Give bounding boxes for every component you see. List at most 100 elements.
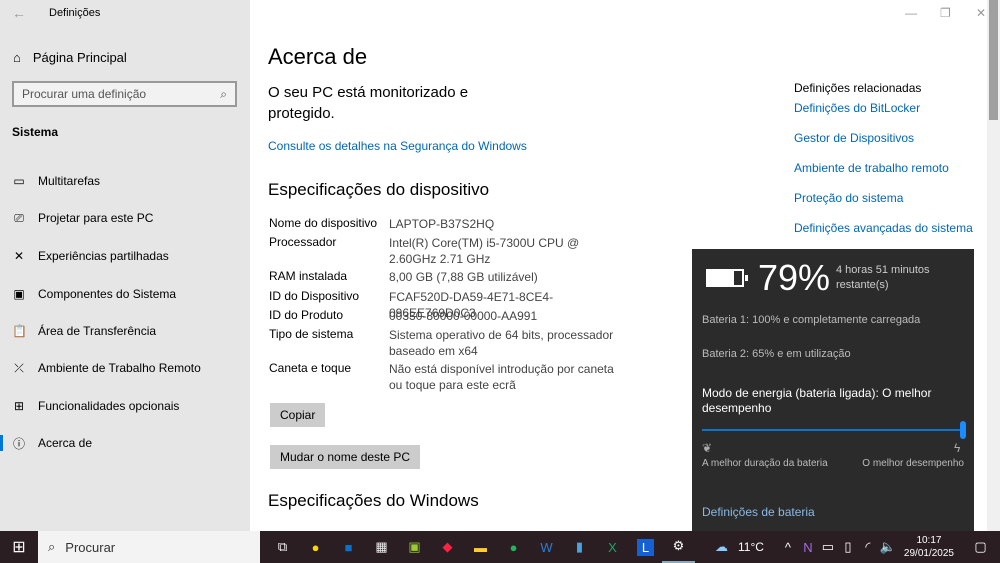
clock[interactable]: 10:17 29/01/2025 (904, 534, 954, 560)
media-app-icon[interactable]: ▣ (398, 531, 431, 563)
battery-settings-link[interactable]: Definições de bateria (702, 505, 815, 519)
spec-value: 00330-80000-00000-AA991 (389, 309, 538, 323)
windows-specs-title: Especificações do Windows (268, 491, 479, 510)
sidebar-item-icon: ⤫ (14, 360, 24, 375)
window-close[interactable]: ✕ (976, 6, 986, 20)
sidebar-item-icon: ▭ (13, 174, 25, 188)
spec-row: RAM instalada 8,00 GB (7,88 GB utilizável… (269, 269, 619, 285)
home-label: Página Principal (32, 50, 127, 65)
best-battery-label: A melhor duração da bateria (702, 458, 828, 469)
sidebar-item-icon: ▣ (13, 287, 25, 301)
sidebar-item-icon: ⓘ (12, 436, 25, 451)
protection-status: O seu PC está monitorizado e protegido. (268, 84, 469, 122)
scrollbar[interactable] (987, 0, 1000, 531)
spec-value: 8,00 GB (7,88 GB utilizável) (389, 270, 538, 284)
page-title: Acerca de (268, 44, 368, 69)
device-specs-title: Especificações do dispositivo (268, 180, 490, 199)
spec-key: Processador (269, 235, 337, 249)
sidebar-item-label: Acerca de (38, 436, 93, 450)
spec-row: Tipo de sistema Sistema operativo de 64 b… (269, 327, 619, 359)
excel-icon[interactable]: X (596, 531, 629, 563)
sidebar-item-7[interactable]: ⓘ Acerca de (0, 428, 250, 458)
spec-row: Nome do dispositivo LAPTOP-B37S2HQ (269, 216, 619, 232)
sidebar-item-1[interactable]: ⎚ Projetar para este PC (0, 203, 250, 233)
brave-icon[interactable]: ◆ (431, 531, 464, 563)
rename-pc-button[interactable]: Mudar o nome deste PC (270, 445, 421, 469)
taskbar: ⊞ ⌕ Procurar ⧉ ● ■ ▦ ▣ ◆ ▬ ● W ▮ X L ⚙ ☁ … (0, 531, 1000, 563)
power-mode-label: Modo de energia (bateria ligada): O melh… (702, 386, 932, 415)
related-link[interactable]: Definições avançadas do sistema (794, 221, 973, 235)
l-app-icon[interactable]: L (629, 531, 662, 563)
chevron-up-icon[interactable]: ^ (778, 531, 798, 563)
spec-value: Não está disponível introdução por canet… (389, 362, 614, 392)
battery-icon (706, 269, 748, 287)
weather-icon[interactable]: ☁ (705, 531, 738, 563)
battery-tray-icon[interactable]: ▭ (818, 531, 838, 563)
security-link[interactable]: Consulte os detalhes na Segurança do Win… (268, 139, 527, 153)
sidebar-item-4[interactable]: 📋 Área de Transferência (0, 316, 250, 346)
outlook-icon[interactable]: ■ (332, 531, 365, 563)
sidebar-item-icon: 📋 (12, 324, 27, 338)
onenote-icon[interactable]: N (798, 531, 818, 563)
sidebar-item-label: Funcionalidades opcionais (38, 399, 180, 413)
search-input[interactable]: Procurar uma definição ⌕ (12, 81, 237, 107)
start-button[interactable]: ⊞ (0, 531, 38, 563)
sidebar-item-3[interactable]: ▣ Componentes do Sistema (0, 279, 250, 309)
sidebar-item-label: Experiências partilhadas (38, 249, 169, 263)
search-icon: ⌕ (220, 87, 227, 101)
related-link[interactable]: Ambiente de trabalho remoto (794, 161, 949, 175)
section-heading: Sistema (12, 125, 59, 139)
weather-temp[interactable]: 11°C (738, 540, 764, 554)
back-arrow-icon[interactable]: ← (12, 5, 26, 21)
settings-gear-icon[interactable]: ⚙ (662, 531, 695, 563)
window-maximize[interactable]: ❐ (940, 6, 951, 20)
battery-percent: 79% (758, 257, 831, 298)
copy-button[interactable]: Copiar (270, 403, 326, 427)
spec-key: ID do Produto (269, 308, 344, 322)
app-title: Definições (49, 7, 101, 19)
spec-key: Nome do dispositivo (269, 216, 378, 230)
sidebar-item-5[interactable]: ⤫ Ambiente de Trabalho Remoto (0, 353, 250, 383)
notifications-icon[interactable]: ▢ (964, 531, 997, 563)
spec-key: Caneta e toque (269, 361, 352, 375)
spec-value: Sistema operativo de 64 bits, processado… (389, 328, 614, 358)
sidebar-item-label: Ambiente de Trabalho Remoto (38, 361, 201, 375)
best-performance-label: O melhor desempenho (862, 458, 964, 469)
sidebar-item-label: Multitarefas (38, 174, 101, 188)
battery1-status: Bateria 1: 100% e completamente carregad… (702, 314, 921, 326)
related-title: Definições relacionadas (794, 81, 922, 95)
sidebar-item-label: Área de Transferência (38, 324, 157, 338)
sidebar-item-0[interactable]: ▭ Multitarefas (0, 166, 250, 196)
home-icon: ⌂ (13, 50, 21, 65)
sidebar-item-2[interactable]: ✕ Experiências partilhadas (0, 241, 250, 271)
leaf-icon: ❦ (702, 441, 713, 455)
spec-row: Processador Intel(R) Core(TM) i5-7300U CP… (269, 235, 619, 267)
spec-key: RAM instalada (269, 269, 348, 283)
app-warning-icon[interactable]: ▮ (563, 531, 596, 563)
window-minimize[interactable]: — (905, 6, 917, 20)
volume-icon[interactable]: 🔈 (878, 531, 898, 563)
task-view-icon[interactable]: ⧉ (266, 531, 299, 563)
battery-remaining: 4 horas 51 minutos restante(s) (836, 264, 930, 291)
norton-icon[interactable]: ● (299, 531, 332, 563)
search-placeholder: Procurar uma definição (22, 87, 147, 101)
store-icon[interactable]: ▦ (365, 531, 398, 563)
spotify-icon[interactable]: ● (497, 531, 530, 563)
wifi-icon[interactable]: ◜ (858, 531, 878, 563)
related-link[interactable]: Definições do BitLocker (794, 101, 920, 115)
power-mode-slider[interactable] (702, 421, 966, 439)
word-icon[interactable]: W (530, 531, 563, 563)
taskbar-search-label: Procurar (65, 539, 116, 555)
camera-icon[interactable]: ▯ (838, 531, 858, 563)
related-link[interactable]: Gestor de Dispositivos (794, 131, 914, 145)
taskbar-search[interactable]: ⌕ Procurar (38, 531, 260, 563)
sidebar-item-label: Projetar para este PC (38, 211, 154, 225)
sidebar-item-label: Componentes do Sistema (38, 287, 177, 301)
spec-key: Tipo de sistema (269, 327, 354, 341)
sidebar-home[interactable]: ⌂ Página Principal (13, 50, 127, 65)
file-explorer-icon[interactable]: ▬ (464, 531, 497, 563)
battery-flyout: 79% 4 horas 51 minutos restante(s) Bater… (692, 249, 974, 531)
sidebar-item-6[interactable]: ⊞ Funcionalidades opcionais (0, 391, 250, 421)
slider-thumb[interactable] (960, 421, 966, 439)
related-link[interactable]: Proteção do sistema (794, 191, 903, 205)
